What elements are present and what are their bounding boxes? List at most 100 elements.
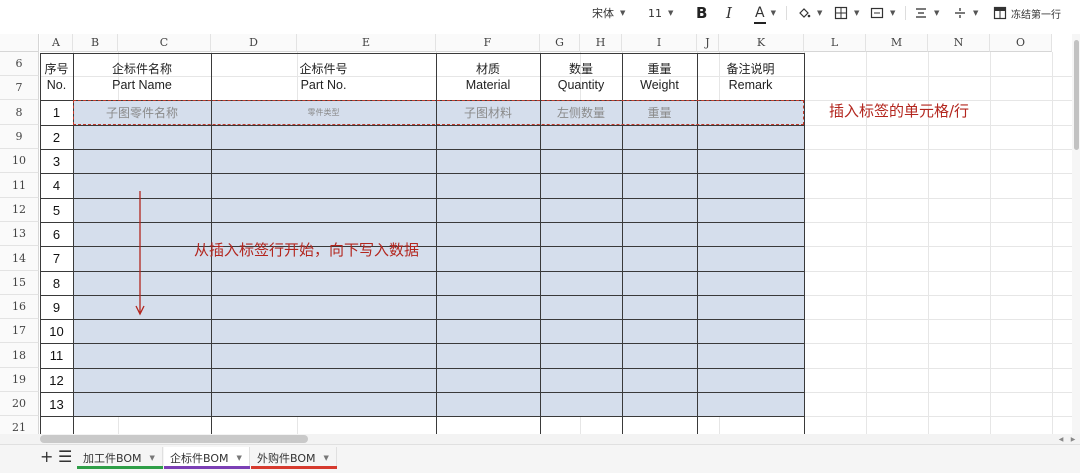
horizontal-align-button[interactable]: ▼ (914, 0, 939, 26)
freeze-first-row-button[interactable]: 冻结第一行 (993, 0, 1061, 26)
chevron-down-icon: ▼ (770, 9, 776, 17)
seq-number-cell[interactable]: 3 (40, 149, 73, 173)
table-border (40, 343, 805, 344)
seq-number-cell[interactable]: 9 (40, 295, 73, 319)
annotation-write-down: 从插入标签行开始，向下写入数据 (194, 241, 420, 259)
header-weight: 重量 Weight (640, 62, 679, 92)
row-header[interactable]: 12 (0, 198, 39, 222)
row-header[interactable]: 14 (0, 246, 39, 271)
table-border (40, 173, 805, 174)
vertical-align-button[interactable]: ▼ (953, 0, 978, 26)
row-header[interactable]: 17 (0, 319, 39, 343)
chevron-down-icon: ▼ (323, 454, 329, 462)
row-header[interactable]: 11 (0, 173, 39, 198)
font-size-select[interactable]: 11 ▼ (648, 0, 673, 26)
bold-button[interactable]: B (696, 0, 707, 26)
table-border (40, 392, 805, 393)
scroll-right-icon[interactable]: ▶ (1068, 434, 1078, 444)
header-seq: 序号 No. (44, 62, 69, 92)
annotation-label-row: 插入标签的单元格/行 (829, 102, 970, 120)
table-border (40, 295, 805, 296)
seq-number-cell[interactable]: 7 (40, 246, 73, 271)
row-header[interactable]: 18 (0, 343, 39, 368)
column-header[interactable]: A (40, 34, 73, 52)
column-header[interactable]: K (719, 34, 804, 52)
fill-color-button[interactable]: ▼ (797, 0, 822, 26)
paint-bucket-icon (799, 8, 811, 18)
column-header[interactable]: M (866, 34, 928, 52)
row-header[interactable]: 16 (0, 295, 39, 319)
row-header[interactable]: 21 (0, 416, 39, 434)
scroll-left-icon[interactable]: ◀ (1056, 434, 1066, 444)
tab-color-bar (251, 466, 337, 469)
merge-cells-button[interactable]: ▼ (870, 0, 895, 26)
column-header[interactable]: J (697, 34, 719, 52)
column-header[interactable]: L (804, 34, 866, 52)
font-size-value: 11 (648, 6, 662, 20)
seq-number-cell[interactable]: 8 (40, 271, 73, 295)
font-name-select[interactable]: 宋体 ▼ (592, 0, 625, 26)
column-header[interactable]: F (436, 34, 540, 52)
row-header[interactable]: 19 (0, 368, 39, 392)
seq-number-cell[interactable]: 4 (40, 173, 73, 198)
table-border (40, 271, 805, 272)
seq-number-cell[interactable]: 11 (40, 343, 73, 368)
column-header[interactable]: I (622, 34, 697, 52)
toolbar-divider (905, 6, 906, 20)
seq-number-cell[interactable]: 6 (40, 222, 73, 246)
seq-number-cell[interactable]: 13 (40, 392, 73, 416)
chevron-down-icon: ▼ (620, 9, 626, 17)
add-sheet-icon[interactable]: + (40, 447, 53, 466)
chevron-down-icon: ▼ (817, 9, 823, 17)
header-material: 材质 Material (465, 62, 511, 92)
seq-number-cell[interactable]: 5 (40, 198, 73, 222)
row-header[interactable]: 13 (0, 222, 39, 246)
table-border (40, 246, 805, 247)
row-header[interactable]: 10 (0, 149, 39, 173)
chevron-down-icon: ▼ (854, 9, 860, 17)
align-center-icon (916, 8, 926, 18)
seq-number-cell[interactable]: 12 (40, 368, 73, 392)
column-header[interactable]: C (118, 34, 211, 52)
table-border (40, 149, 805, 150)
row-header[interactable]: 15 (0, 271, 39, 295)
chevron-down-icon: ▼ (973, 9, 979, 17)
table-border (40, 198, 805, 199)
row-header[interactable]: 20 (0, 392, 39, 416)
row-header[interactable]: 7 (0, 76, 39, 100)
seq-number-cell[interactable]: 10 (40, 319, 73, 343)
tab-label: 外购件BOM (257, 452, 316, 465)
column-header[interactable]: D (211, 34, 297, 52)
borders-button[interactable]: ▼ (834, 0, 859, 26)
font-color-button[interactable]: A ▼ (754, 0, 776, 26)
tab-label: 企标件BOM (170, 452, 229, 465)
sheet-list-icon[interactable]: ☰ (58, 447, 72, 466)
column-header[interactable]: N (928, 34, 990, 52)
font-color-icon: A (754, 5, 766, 24)
freeze-label: 冻结第一行 (1011, 9, 1061, 21)
column-header[interactable]: G (540, 34, 580, 52)
chevron-down-icon: ▼ (890, 9, 896, 17)
column-header[interactable]: H (580, 34, 622, 52)
horizontal-scroll-thumb[interactable] (40, 435, 308, 443)
italic-button[interactable]: I (726, 0, 732, 26)
chevron-down-icon: ▼ (668, 9, 674, 17)
vertical-scroll-thumb[interactable] (1074, 40, 1079, 150)
column-header[interactable]: B (73, 34, 118, 52)
row-header[interactable]: 8 (0, 100, 39, 125)
header-quantity: 数量 Quantity (557, 62, 605, 92)
table-border (40, 222, 805, 223)
freeze-icon (993, 6, 1007, 20)
row-header[interactable]: 9 (0, 125, 39, 149)
seq-number-cell[interactable]: 1 (40, 100, 73, 125)
select-all-corner[interactable] (0, 34, 39, 52)
gridline (1052, 52, 1053, 434)
table-border (40, 368, 805, 369)
column-header[interactable]: O (990, 34, 1052, 52)
table-border (40, 125, 805, 126)
seq-number-cell[interactable]: 2 (40, 125, 73, 149)
spreadsheet-grid[interactable]: ABCDEFGHIJKLMNO 6 7 8 9 10 11 12 13 14 15 16 17 18 19… (0, 34, 1072, 434)
row-header[interactable]: 6 (0, 52, 39, 76)
column-header[interactable]: E (297, 34, 436, 52)
table-border (40, 319, 805, 320)
